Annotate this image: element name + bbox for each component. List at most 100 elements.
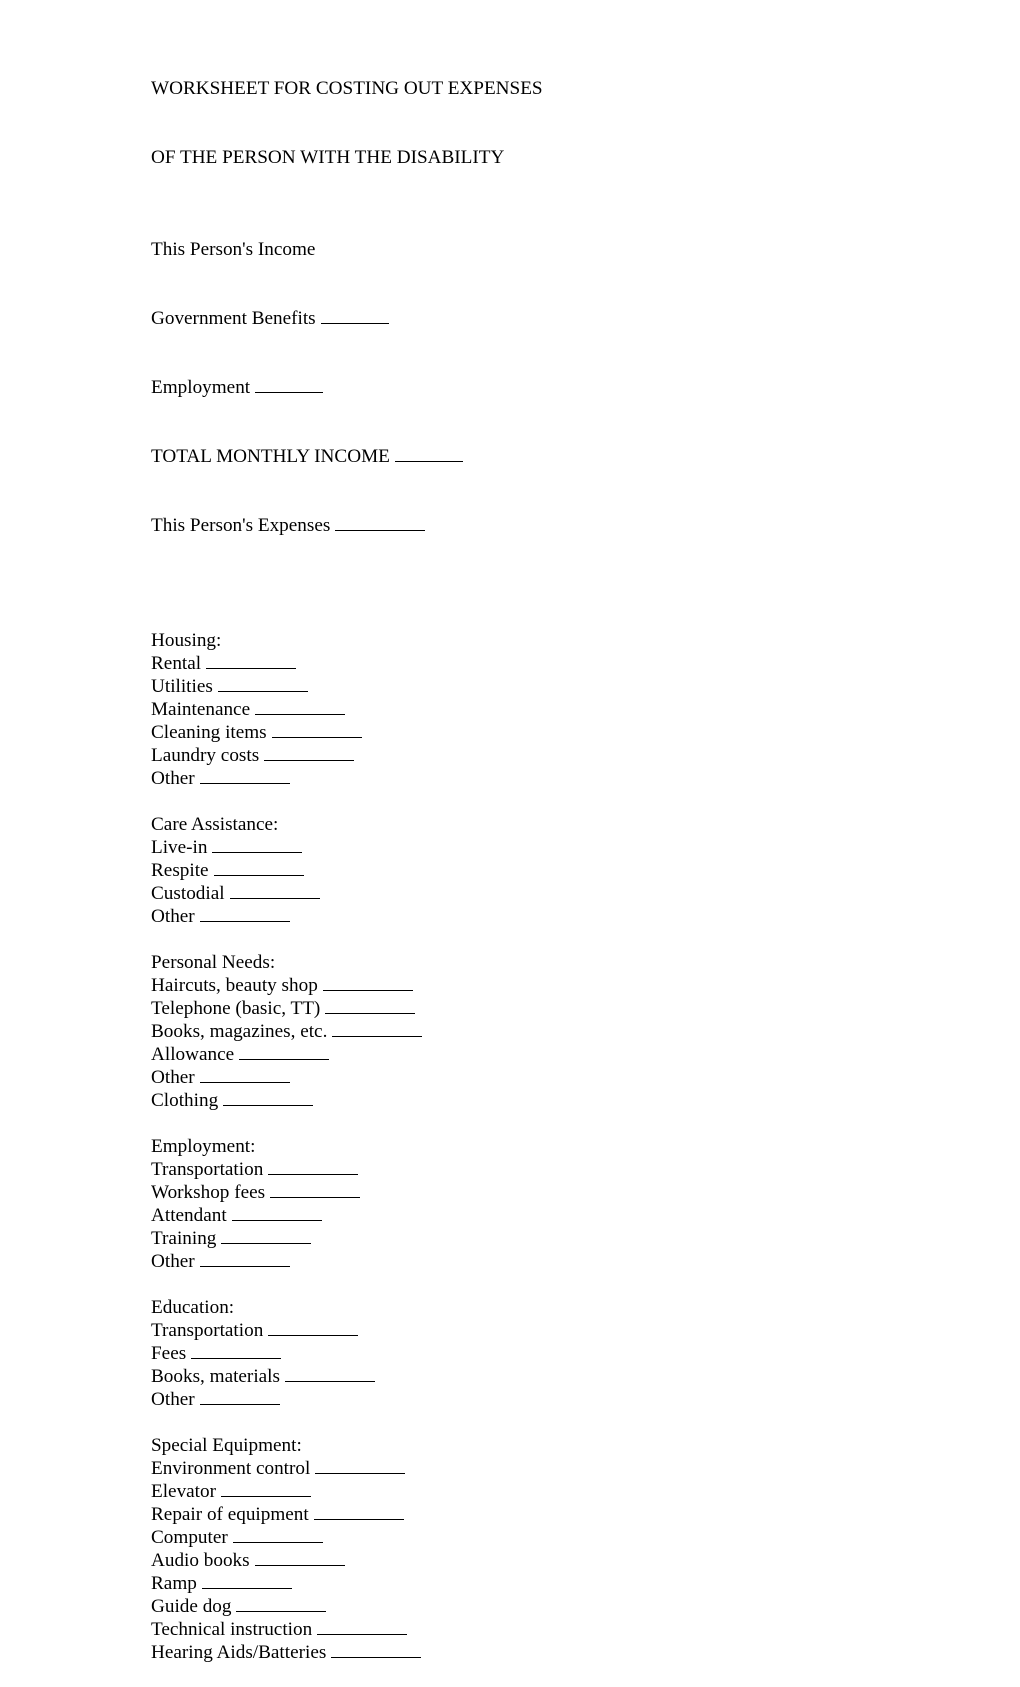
- field-blank[interactable]: [232, 1526, 323, 1543]
- government-benefits-blank[interactable]: [320, 307, 389, 324]
- field-blank[interactable]: [206, 652, 297, 669]
- section-spacer: [151, 606, 543, 629]
- field-blank[interactable]: [199, 1250, 290, 1267]
- field-blank[interactable]: [213, 859, 304, 876]
- field-label: Books, materials: [151, 1366, 280, 1387]
- expense-field: Environment control: [151, 1457, 543, 1480]
- expense-field: Other: [151, 1066, 543, 1089]
- field-blank[interactable]: [268, 1158, 359, 1175]
- total-monthly-income-blank[interactable]: [394, 445, 463, 462]
- section-heading: Care Assistance:: [151, 814, 279, 835]
- field-label: Workshop fees: [151, 1182, 266, 1203]
- field-label: Computer: [151, 1527, 228, 1548]
- field-blank[interactable]: [221, 1480, 311, 1497]
- field-label: Transportation: [151, 1320, 264, 1341]
- field-blank[interactable]: [315, 1457, 406, 1474]
- expense-field: Ramp: [151, 1572, 543, 1595]
- field-blank[interactable]: [254, 1549, 345, 1566]
- field-label: Other: [151, 1067, 195, 1088]
- expenses-total-blank[interactable]: [335, 514, 426, 531]
- field-label: Clothing: [151, 1090, 219, 1111]
- expense-field: Repair of equipment: [151, 1503, 543, 1526]
- field-label: Other: [151, 768, 195, 789]
- field-blank[interactable]: [231, 1204, 322, 1221]
- worksheet-page: WORKSHEET FOR COSTING OUT EXPENSES OF TH…: [151, 31, 543, 1687]
- field-blank[interactable]: [322, 974, 413, 991]
- field-blank[interactable]: [268, 1319, 359, 1336]
- field-blank[interactable]: [191, 1342, 282, 1359]
- employment-income-blank[interactable]: [255, 376, 324, 393]
- field-label: Government Benefits: [151, 308, 316, 329]
- field-label: TOTAL MONTHLY INCOME: [151, 446, 390, 467]
- field-label: Attendant: [151, 1205, 227, 1226]
- field-blank[interactable]: [199, 1066, 290, 1083]
- field-blank[interactable]: [217, 675, 308, 692]
- expense-field: Workshop fees: [151, 1181, 543, 1204]
- field-label: Allowance: [151, 1044, 235, 1065]
- field-blank[interactable]: [212, 836, 303, 853]
- income-heading: This Person's Income: [151, 239, 316, 260]
- field-label: Repair of equipment: [151, 1504, 309, 1525]
- field-label: Haircuts, beauty shop: [151, 975, 318, 996]
- field-blank[interactable]: [201, 1572, 292, 1589]
- field-blank[interactable]: [199, 1388, 280, 1405]
- field-blank[interactable]: [271, 721, 362, 738]
- field-label: Environment control: [151, 1458, 311, 1479]
- field-blank[interactable]: [325, 997, 416, 1014]
- field-label: Maintenance: [151, 699, 251, 720]
- expenses-total-field: This Person's Expenses: [151, 514, 543, 537]
- document-title-line-2: OF THE PERSON WITH THE DISABILITY: [151, 147, 505, 168]
- field-label: Laundry costs: [151, 745, 260, 766]
- expense-field: Guide dog: [151, 1595, 543, 1618]
- expense-field: Attendant: [151, 1204, 543, 1227]
- expense-field: Other: [151, 1250, 543, 1273]
- field-blank[interactable]: [332, 1020, 423, 1037]
- expense-field: Transportation: [151, 1158, 543, 1181]
- field-blank[interactable]: [221, 1227, 312, 1244]
- expense-sections: Housing: Rental Utilities Maintenance Cleani…: [151, 606, 543, 1664]
- field-blank[interactable]: [264, 744, 355, 761]
- field-blank[interactable]: [236, 1595, 327, 1612]
- section-spacer: [151, 1273, 543, 1296]
- field-blank[interactable]: [331, 1641, 422, 1658]
- field-blank[interactable]: [199, 767, 290, 784]
- field-label: Rental: [151, 653, 202, 674]
- income-field-employment: Employment: [151, 376, 543, 399]
- section-heading: Education:: [151, 1297, 235, 1318]
- expense-field: Books, materials: [151, 1365, 543, 1388]
- field-blank[interactable]: [317, 1618, 408, 1635]
- expense-field: Custodial: [151, 882, 543, 905]
- field-blank[interactable]: [255, 698, 346, 715]
- section-heading: Housing:: [151, 630, 222, 651]
- field-label: Hearing Aids/Batteries: [151, 1642, 327, 1663]
- income-field-government-benefits: Government Benefits: [151, 307, 543, 330]
- section-heading: Special Equipment:: [151, 1435, 302, 1456]
- field-blank[interactable]: [270, 1181, 361, 1198]
- expense-field: Other: [151, 905, 543, 928]
- expense-field: Elevator: [151, 1480, 543, 1503]
- expense-field: Other: [151, 767, 543, 790]
- field-blank[interactable]: [223, 1089, 314, 1106]
- field-label: Training: [151, 1228, 217, 1249]
- field-blank[interactable]: [229, 882, 320, 899]
- section-spacer: [151, 790, 543, 813]
- expense-field: Training: [151, 1227, 543, 1250]
- expense-field: Haircuts, beauty shop: [151, 974, 543, 997]
- expense-field: Live-in: [151, 836, 543, 859]
- field-label: Other: [151, 906, 195, 927]
- field-blank[interactable]: [313, 1503, 404, 1520]
- field-blank[interactable]: [199, 905, 290, 922]
- expense-field: Fees: [151, 1342, 543, 1365]
- field-label: Respite: [151, 860, 209, 881]
- section-spacer: [151, 1411, 543, 1434]
- field-blank[interactable]: [284, 1365, 375, 1382]
- field-label: Transportation: [151, 1159, 264, 1180]
- field-label: Fees: [151, 1343, 187, 1364]
- expense-field: Transportation: [151, 1319, 543, 1342]
- expense-field: Laundry costs: [151, 744, 543, 767]
- field-label: Other: [151, 1251, 195, 1272]
- expense-field: Technical instruction: [151, 1618, 543, 1641]
- section-heading: Employment:: [151, 1136, 256, 1157]
- expense-field: Cleaning items: [151, 721, 543, 744]
- field-blank[interactable]: [239, 1043, 330, 1060]
